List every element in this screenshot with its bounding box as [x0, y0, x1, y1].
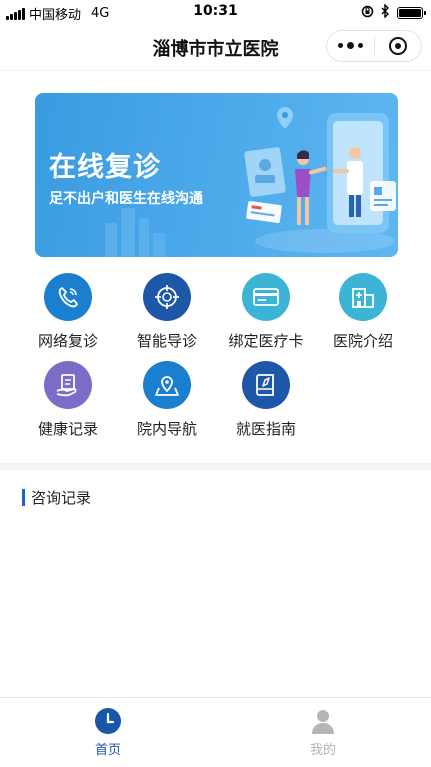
clock-icon	[95, 708, 121, 734]
nav-header: 淄博市市立医院	[0, 24, 431, 70]
menu-label: 院内导航	[136, 420, 197, 438]
tab-home[interactable]: 首页	[68, 708, 148, 758]
tab-label: 我的	[309, 743, 336, 758]
mini-program-capsule	[326, 30, 422, 62]
header-divider	[0, 70, 431, 71]
status-bar: 中国移动 4G 10:31	[0, 0, 431, 24]
menu-item-guide[interactable]: 就医指南	[216, 361, 316, 439]
section-title: 咨询记录	[31, 489, 92, 507]
menu-item-bind-card[interactable]: 绑定医疗卡	[216, 273, 316, 351]
phone-icon	[44, 273, 92, 321]
menu-label: 网络复诊	[37, 332, 98, 350]
menu-item-smart-triage[interactable]: 智能导诊	[117, 273, 217, 351]
hospital-icon	[339, 273, 387, 321]
menu-item-online-revisit[interactable]: 网络复诊	[18, 273, 118, 351]
person-icon	[310, 708, 336, 734]
banner-title: 在线复诊	[49, 152, 161, 183]
menu-item-health-record[interactable]: 健康记录	[18, 361, 118, 439]
tab-mine[interactable]: 我的	[283, 708, 363, 758]
more-dots-icon[interactable]	[327, 42, 374, 49]
consult-records-header: 咨询记录	[22, 487, 91, 508]
menu-item-indoor-nav[interactable]: 院内导航	[117, 361, 217, 439]
guide-book-icon	[242, 361, 290, 409]
menu-label: 就医指南	[235, 420, 296, 438]
bluetooth-icon	[381, 3, 390, 22]
map-pin-icon	[143, 361, 191, 409]
card-icon	[242, 273, 290, 321]
menu-label: 绑定医疗卡	[228, 332, 304, 350]
banner-subtitle: 足不出户和医生在线沟通	[49, 191, 203, 207]
record-hand-icon	[44, 361, 92, 409]
tab-bar: 首页 我的	[0, 697, 431, 767]
section-divider	[0, 463, 431, 470]
menu-label: 医院介绍	[332, 332, 393, 350]
section-accent-bar	[22, 489, 25, 506]
online-revisit-banner[interactable]: 在线复诊 足不出户和医生在线沟通	[35, 93, 398, 257]
crosshair-icon	[143, 273, 191, 321]
battery-icon	[397, 7, 426, 19]
target-circle-icon[interactable]	[375, 37, 421, 55]
lock-rotation-icon	[361, 5, 374, 22]
menu-label: 智能导诊	[136, 332, 197, 350]
menu-label: 健康记录	[37, 420, 98, 438]
status-right	[361, 3, 426, 22]
tab-label: 首页	[94, 743, 121, 758]
menu-item-hospital-intro[interactable]: 医院介绍	[313, 273, 413, 351]
